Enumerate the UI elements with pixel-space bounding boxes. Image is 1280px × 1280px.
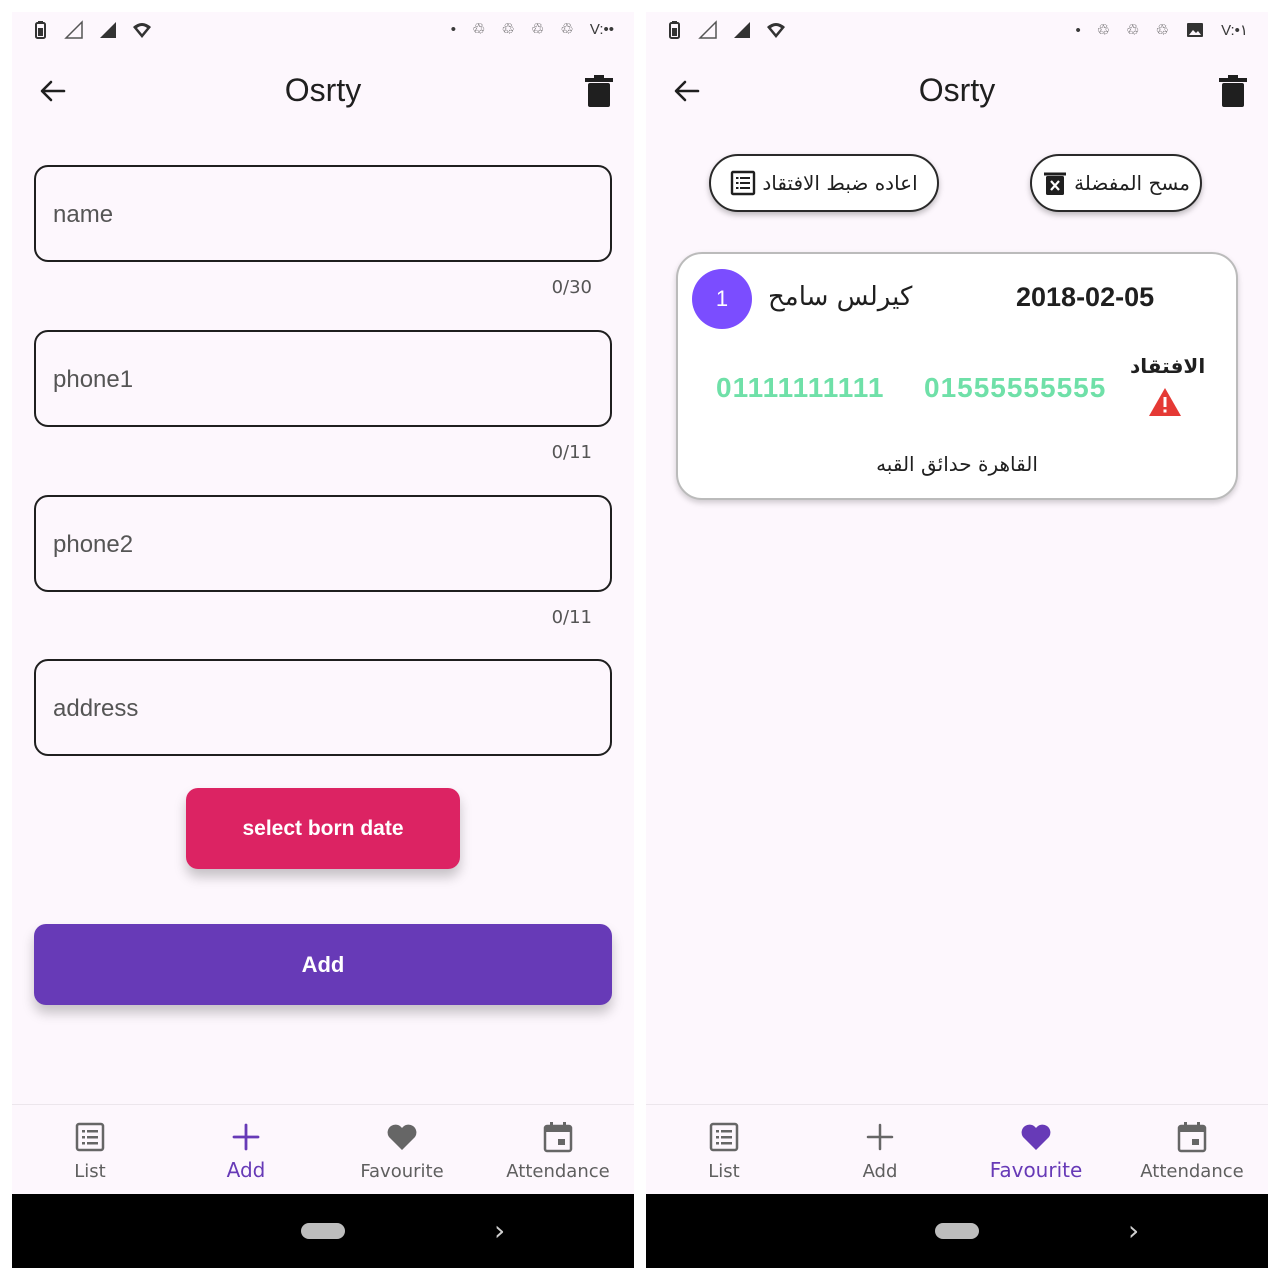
chevron-right-icon[interactable]: › [494,1214,505,1247]
nav-label-add: Add [226,1158,266,1182]
calendar-icon [543,1122,573,1153]
nav-label-favourite: Favourite [360,1161,444,1182]
delete-box-icon [1044,172,1067,195]
system-nav-bar: › [646,1194,1268,1268]
add-screen: • ♲ ♲ ♲ ♲ V:•• Osrty 0/30 0/11 0/11 sele… [12,12,634,1268]
app-bar: Osrty [646,60,1268,122]
nav-item-attendance[interactable]: Attendance [480,1105,634,1195]
favourite-card[interactable]: 1 كيرلس سامح 2018-02-05 01111111111 0155… [676,252,1238,500]
plus-icon [232,1123,260,1151]
status-bar: • ♲ ♲ ♲ V:•۱ [646,12,1268,52]
clock: V:•• [589,20,614,38]
signal-icon [100,22,116,38]
address-field[interactable] [34,659,612,756]
list-icon [731,170,756,196]
warning-icon [1149,388,1181,416]
reset-absence-button[interactable]: اعاده ضبط الافتقاد [709,154,939,212]
reset-absence-label: اعاده ضبط الافتقاد [762,171,918,195]
born-date: 2018-02-05 [1016,282,1155,312]
clear-favourite-button[interactable]: مسح المفضلة [1030,154,1202,212]
app-title: Osrty [918,72,996,108]
phone2-input[interactable] [53,527,593,563]
absence-label: الافتقاد [1130,354,1206,378]
sync-icon: ♲ [1096,22,1111,39]
nav-item-add[interactable]: Add [168,1105,324,1195]
bottom-nav: List Add Favourite Attendance [12,1104,634,1194]
clear-favourite-label: مسح المفضلة [1074,171,1190,195]
dot-icon: • [1075,21,1081,39]
index-avatar: 1 [692,269,752,329]
name-input[interactable] [53,197,593,233]
signal-empty-icon [698,20,717,39]
phone2-counter: 0/11 [551,607,592,628]
nav-label-favourite: Favourite [989,1158,1083,1182]
phone1-input[interactable] [53,362,593,398]
heart-icon [1021,1124,1051,1150]
phone1-counter: 0/11 [551,442,592,463]
status-bar: • ♲ ♲ ♲ ♲ V:•• [12,12,634,52]
calendar-icon [1177,1122,1207,1153]
signal-empty-icon [64,20,83,39]
sync-icon: ♲ [501,21,515,38]
favourite-screen: • ♲ ♲ ♲ V:•۱ Osrty اعاده ضبط الافتقاد مس… [646,12,1268,1268]
wifi-icon [133,23,151,38]
nav-label-add: Add [862,1161,898,1182]
nav-item-add[interactable]: Add [802,1105,958,1195]
add-button[interactable]: Add [34,924,612,1005]
heart-icon [387,1124,417,1150]
nav-item-favourite[interactable]: Favourite [958,1105,1114,1195]
phone1-link[interactable]: 01111111111 [716,372,884,404]
image-icon [1187,23,1204,37]
phone2-link[interactable]: 01555555555 [924,372,1106,404]
nav-item-list[interactable]: List [12,1105,168,1195]
app-title: Osrty [284,72,362,108]
nav-item-attendance[interactable]: Attendance [1114,1105,1268,1195]
phone1-field[interactable] [34,330,612,427]
dot-icon: • [450,20,457,38]
battery-icon [35,21,46,39]
wifi-icon [767,23,785,38]
nav-label-list: List [708,1161,740,1182]
address-text: القاهرة حدائق القبه [876,452,1038,476]
nav-label-list: List [74,1161,106,1182]
sync-icon: ♲ [560,21,574,38]
trash-icon[interactable] [584,74,614,108]
address-input[interactable] [53,691,593,727]
nav-label-attendance: Attendance [506,1161,610,1182]
list-icon [709,1122,739,1152]
home-pill[interactable] [301,1223,345,1239]
plus-icon [866,1123,894,1151]
name-counter: 0/30 [551,277,592,298]
app-bar: Osrty [12,60,634,122]
nav-label-attendance: Attendance [1140,1161,1244,1182]
sync-icon: ♲ [1126,22,1140,39]
person-name: كيرلس سامح [768,282,913,312]
select-born-date-button[interactable]: select born date [186,788,460,869]
trash-icon[interactable] [1218,74,1248,108]
home-pill[interactable] [935,1223,979,1239]
clock: V:•۱ [1221,22,1248,39]
chevron-right-icon[interactable]: › [1128,1214,1139,1247]
sync-icon: ♲ [1155,22,1170,39]
sync-icon: ♲ [472,21,486,38]
phone2-field[interactable] [34,495,612,592]
signal-icon [734,22,750,38]
sync-icon: ♲ [530,21,545,38]
name-field[interactable] [34,165,612,262]
nav-item-list[interactable]: List [646,1105,802,1195]
bottom-nav: List Add Favourite Attendance [646,1104,1268,1194]
battery-icon [669,21,680,39]
list-icon [75,1122,105,1152]
system-nav-bar: › [12,1194,634,1268]
nav-item-favourite[interactable]: Favourite [324,1105,480,1195]
